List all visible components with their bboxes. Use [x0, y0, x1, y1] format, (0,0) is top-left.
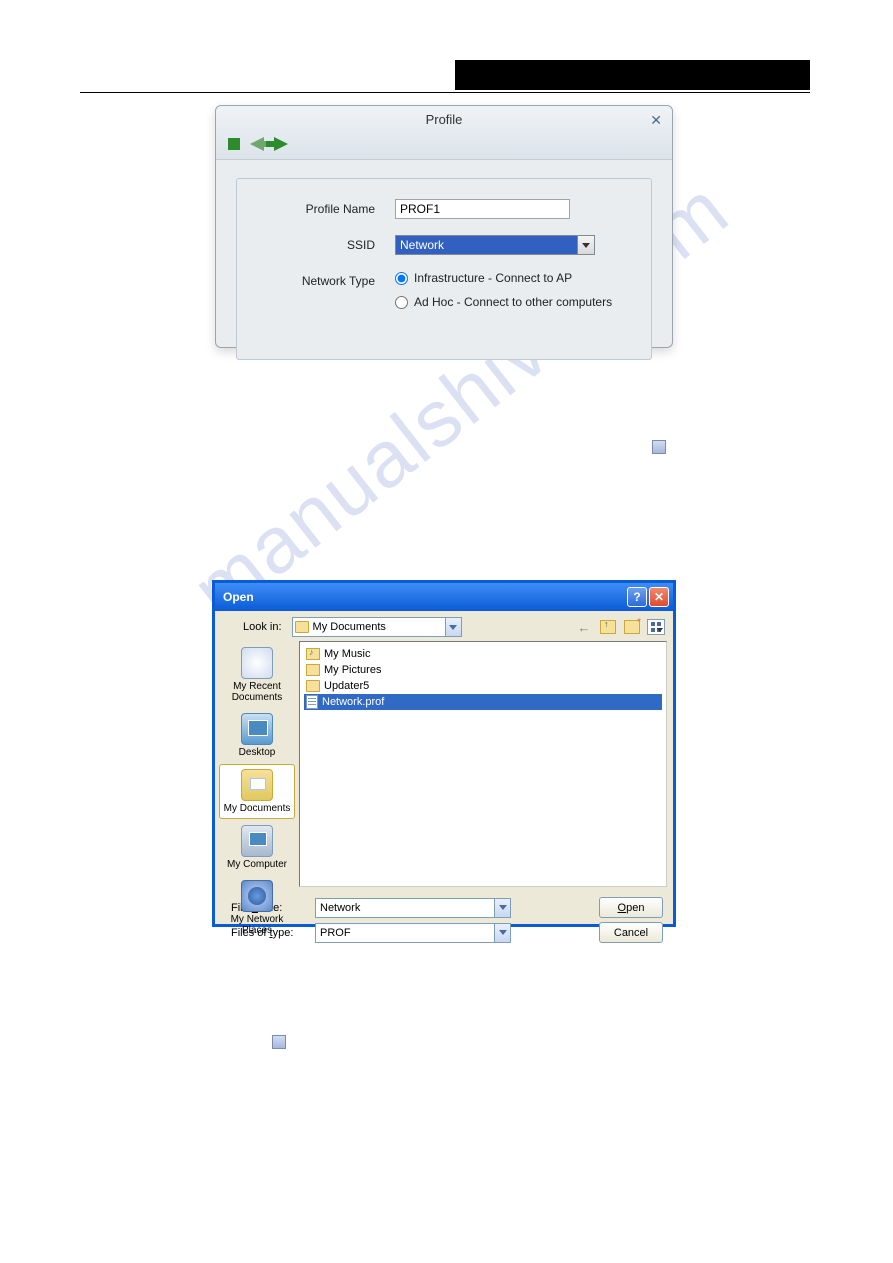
- radio-infrastructure-label: Infrastructure - Connect to AP: [414, 271, 572, 285]
- file-name: My Pictures: [324, 664, 381, 676]
- input-profile-name[interactable]: [395, 199, 570, 219]
- open-titlebar: Open ? ✕: [215, 583, 673, 611]
- open-title: Open: [219, 590, 625, 604]
- divider-line: [80, 92, 810, 93]
- network-places-icon: [241, 880, 273, 912]
- place-recent-documents[interactable]: My Recent Documents: [219, 643, 295, 707]
- cancel-button[interactable]: Cancel: [599, 922, 663, 943]
- file-list[interactable]: My Music My Pictures Updater5 Network.pr…: [299, 641, 667, 887]
- input-ssid[interactable]: [395, 235, 595, 255]
- combo-lookin[interactable]: My Documents: [292, 617, 462, 637]
- open-button[interactable]: Open: [599, 897, 663, 918]
- new-folder-icon[interactable]: [623, 618, 641, 636]
- open-toolbar: Look in: My Documents: [215, 611, 673, 639]
- places-bar: My Recent Documents Desktop My Documents…: [215, 639, 299, 889]
- radio-adhoc-label: Ad Hoc - Connect to other computers: [414, 295, 612, 309]
- lookin-value: My Documents: [313, 621, 386, 633]
- close-icon[interactable]: ✕: [649, 587, 669, 607]
- wizard-back-icon[interactable]: [250, 137, 264, 151]
- profile-title: Profile: [216, 112, 672, 127]
- wizard-stop-icon[interactable]: [228, 138, 240, 150]
- open-dialog: Open ? ✕ Look in: My Documents My Recent…: [212, 580, 676, 927]
- my-computer-icon: [241, 825, 273, 857]
- radio-infrastructure-input[interactable]: [395, 272, 408, 285]
- radio-adhoc-input[interactable]: [395, 296, 408, 309]
- label-lookin: Look in:: [243, 621, 282, 633]
- folder-icon: [306, 664, 320, 676]
- my-documents-icon: [241, 769, 273, 801]
- header-black-bar: [455, 60, 810, 90]
- filename-value: Network: [320, 902, 360, 914]
- place-my-documents[interactable]: My Documents: [219, 764, 295, 819]
- combo-filetype[interactable]: PROF: [315, 923, 511, 943]
- file-name: Network.prof: [322, 696, 384, 708]
- wizard-nav: [228, 137, 288, 151]
- radio-infrastructure[interactable]: Infrastructure - Connect to AP: [395, 271, 612, 285]
- document-icon: [272, 1035, 286, 1049]
- chevron-down-icon[interactable]: [494, 924, 510, 942]
- combo-filename[interactable]: Network: [315, 898, 511, 918]
- chevron-down-icon[interactable]: [577, 235, 595, 255]
- folder-icon: [295, 621, 309, 633]
- row-ssid: SSID: [255, 235, 633, 255]
- chevron-down-icon[interactable]: [445, 618, 461, 636]
- chevron-down-icon[interactable]: [494, 899, 510, 917]
- list-item[interactable]: Updater5: [304, 678, 662, 694]
- folder-icon: [306, 680, 320, 692]
- file-name: My Music: [324, 648, 370, 660]
- list-item[interactable]: Network.prof: [304, 694, 662, 710]
- wizard-next-icon[interactable]: [274, 137, 288, 151]
- radio-adhoc[interactable]: Ad Hoc - Connect to other computers: [395, 295, 612, 309]
- row-network-type: Network Type Infrastructure - Connect to…: [255, 271, 633, 319]
- folder-icon: [306, 648, 320, 660]
- recent-documents-icon: [241, 647, 273, 679]
- close-icon[interactable]: ✕: [650, 112, 662, 129]
- filetype-value: PROF: [320, 927, 351, 939]
- views-menu-icon[interactable]: [647, 619, 665, 635]
- help-icon[interactable]: ?: [627, 587, 647, 607]
- network-type-options: Infrastructure - Connect to AP Ad Hoc - …: [395, 271, 612, 319]
- up-one-level-icon[interactable]: [599, 618, 617, 636]
- list-item[interactable]: My Music: [304, 646, 662, 662]
- label-ssid: SSID: [255, 238, 375, 252]
- profile-body: Profile Name SSID Network Type Infrastru…: [216, 160, 672, 378]
- document-icon: [652, 440, 666, 454]
- back-icon[interactable]: [575, 618, 593, 636]
- combo-ssid[interactable]: [395, 235, 595, 255]
- desktop-icon: [241, 713, 273, 745]
- file-icon: [306, 695, 318, 709]
- list-item[interactable]: My Pictures: [304, 662, 662, 678]
- place-label: My Recent Documents: [221, 681, 293, 703]
- profile-titlebar: Profile ✕: [216, 106, 672, 160]
- profile-dialog: Profile ✕ Profile Name SSID Network Type: [215, 105, 673, 348]
- place-my-computer[interactable]: My Computer: [219, 821, 295, 874]
- open-body: My Recent Documents Desktop My Documents…: [215, 639, 673, 889]
- place-desktop[interactable]: Desktop: [219, 709, 295, 762]
- label-network-type: Network Type: [255, 274, 375, 288]
- file-name: Updater5: [324, 680, 369, 692]
- place-label: Desktop: [221, 747, 293, 758]
- row-profile-name: Profile Name: [255, 199, 633, 219]
- profile-panel: Profile Name SSID Network Type Infrastru…: [236, 178, 652, 360]
- label-profile-name: Profile Name: [255, 202, 375, 216]
- label-filetype: Files of type:: [231, 927, 307, 939]
- place-label: My Documents: [222, 803, 292, 814]
- place-label: My Computer: [221, 859, 293, 870]
